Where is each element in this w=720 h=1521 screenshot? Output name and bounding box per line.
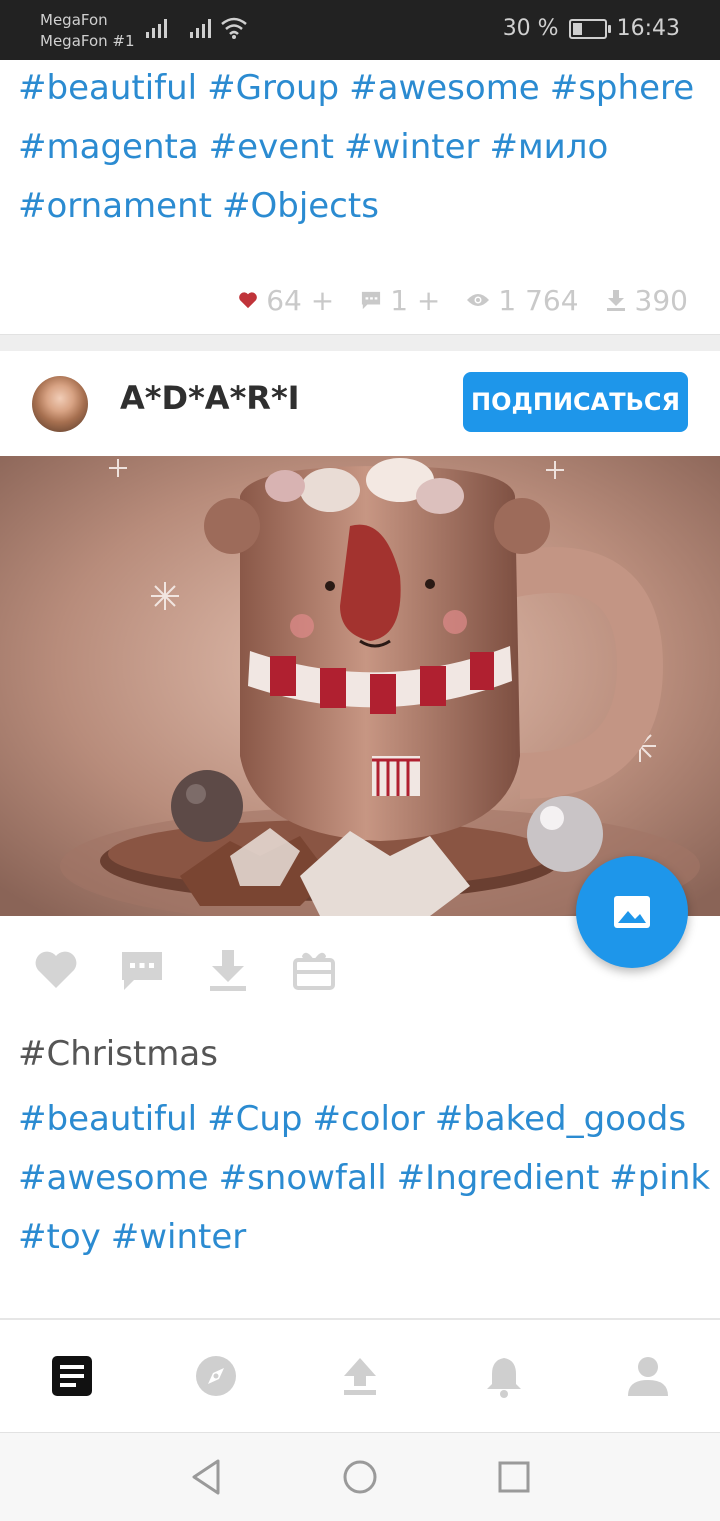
post2-tags: #beautiful #Cup #color #baked_goods #awesom…	[18, 1090, 710, 1267]
battery-icon	[568, 18, 611, 39]
heart-icon[interactable]	[32, 946, 80, 994]
post-photo[interactable]	[0, 456, 720, 916]
carrier-name-2: MegaFon #1	[40, 32, 135, 50]
tag-link[interactable]: #awesome	[18, 1158, 209, 1198]
carrier-name-1: MegaFon	[40, 11, 108, 29]
tag-link[interactable]: #Ingredient	[397, 1158, 600, 1198]
comments-stat[interactable]: 1 +	[360, 284, 440, 317]
tag-link[interactable]: #ornament	[18, 186, 212, 226]
tag-link[interactable]: #winter	[344, 127, 480, 167]
tag-link[interactable]: #sphere	[550, 68, 694, 108]
views-stat: 1 764	[466, 283, 579, 317]
downloads-stat[interactable]: 390	[605, 284, 688, 317]
photo-artwork	[0, 456, 720, 916]
avatar[interactable]	[32, 376, 88, 432]
profile-icon[interactable]	[626, 1354, 670, 1398]
tag-link[interactable]: #beautiful	[18, 68, 197, 108]
recents-icon[interactable]	[496, 1457, 532, 1497]
tag-link[interactable]: #beautiful	[18, 1099, 197, 1139]
downloads-count: 390	[634, 283, 688, 317]
clock: 16:43	[616, 16, 680, 41]
battery-text: 30 %	[502, 16, 559, 41]
wifi-icon	[221, 17, 247, 39]
bottom-navigation	[0, 1318, 720, 1432]
tag-link[interactable]: #baked_goods	[435, 1099, 686, 1139]
tag-link[interactable]: #pink	[609, 1158, 710, 1198]
battery-level	[572, 22, 582, 35]
post-caption: #Christmas	[18, 1034, 218, 1074]
image-icon	[614, 896, 650, 928]
comment-icon[interactable]	[118, 946, 166, 994]
download-icon	[606, 290, 625, 311]
eye-icon	[467, 294, 490, 306]
likes-count: 64 +	[266, 283, 335, 317]
post1-stats: 64 + 1 + 1 764 390	[0, 278, 688, 322]
subscribe-button[interactable]: ПОДПИСАТЬСЯ	[463, 372, 688, 432]
post-actions	[32, 946, 338, 994]
upload-icon[interactable]	[338, 1354, 382, 1398]
signal-icon	[146, 19, 167, 38]
feed-icon[interactable]	[50, 1354, 94, 1398]
add-photo-fab[interactable]	[576, 856, 688, 968]
tag-link[interactable]: #color	[312, 1099, 424, 1139]
home-icon[interactable]	[342, 1457, 378, 1497]
back-icon[interactable]	[188, 1457, 224, 1497]
gift-icon[interactable]	[290, 946, 338, 994]
tag-link[interactable]: #Objects	[222, 186, 379, 226]
carrier-info: MegaFon MegaFon #1	[40, 10, 135, 52]
status-bar: MegaFon MegaFon #1 30 % 16:43	[0, 0, 720, 60]
post1-tags: #beautiful #Group #awesome #sphere #magenta…	[18, 59, 698, 236]
explore-icon[interactable]	[194, 1354, 238, 1398]
likes-stat[interactable]: 64 +	[238, 284, 334, 317]
download-icon[interactable]	[204, 946, 252, 994]
comments-count: 1 +	[390, 283, 441, 317]
tag-link[interactable]: #toy	[18, 1217, 101, 1257]
heart-icon	[239, 292, 258, 309]
tag-link[interactable]: #мило	[490, 127, 609, 167]
username[interactable]: A*D*A*R*I	[120, 376, 300, 420]
tag-link[interactable]: #winter	[111, 1217, 247, 1257]
tag-link[interactable]: #Cup	[207, 1099, 302, 1139]
tag-link[interactable]: #snowfall	[219, 1158, 387, 1198]
tag-link[interactable]: #event	[209, 127, 334, 167]
views-count: 1 764	[498, 283, 579, 317]
notifications-icon[interactable]	[482, 1354, 526, 1398]
post-divider	[0, 334, 720, 351]
tag-link[interactable]: #awesome	[349, 68, 540, 108]
comment-icon	[362, 291, 381, 310]
signal-icon	[190, 19, 211, 38]
system-navigation	[0, 1432, 720, 1521]
status-right: 30 % 16:43	[503, 16, 680, 41]
tag-link[interactable]: #Group	[207, 68, 339, 108]
tag-link[interactable]: #magenta	[18, 127, 199, 167]
